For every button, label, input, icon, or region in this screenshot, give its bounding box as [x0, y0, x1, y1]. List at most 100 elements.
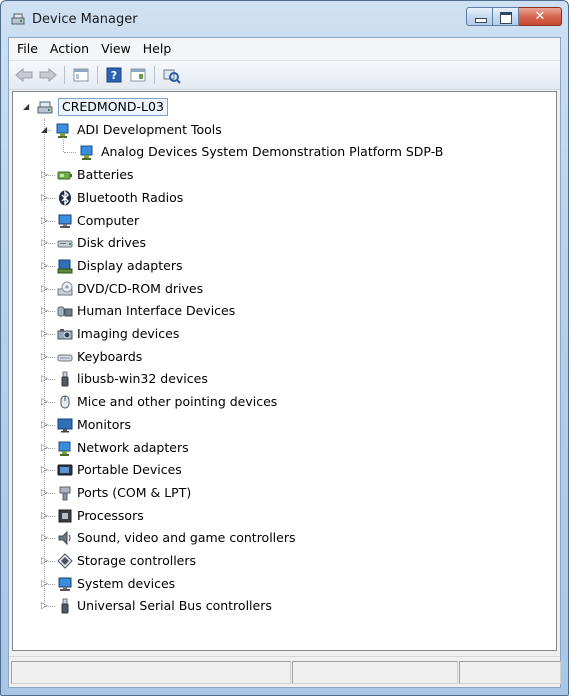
system-icon [58, 577, 72, 591]
tree-category-label: Imaging devices [77, 326, 180, 341]
device-manager-icon [11, 13, 25, 25]
tree-category-label: Portable Devices [77, 462, 182, 478]
portable-device-icon [57, 464, 73, 476]
tree-category-label: Mice and other pointing devices [77, 394, 278, 410]
expand-arrow-icon[interactable]: ▷ [41, 414, 51, 436]
tree-category-label: Ports (COM & LPT) [77, 484, 192, 500]
expand-arrow-icon[interactable]: ▷ [41, 187, 51, 209]
tree-category[interactable]: ▷ Display adapters [13, 255, 556, 277]
tree-category[interactable]: ▷ Ports (COM & LPT) [13, 482, 556, 504]
display-adapter-icon [57, 259, 73, 274]
close-icon: ✕ [534, 9, 546, 24]
collapse-arrow-icon[interactable]: ◢ [41, 119, 51, 141]
tree-category-label: DVD/CD-ROM drives [77, 280, 204, 296]
tree-category[interactable]: ▷ Disk drives [13, 232, 556, 254]
tree-category[interactable]: ▷ Universal Serial Bus controllers [13, 595, 556, 617]
menu-help[interactable]: Help [137, 38, 178, 60]
expand-arrow-icon[interactable]: ▷ [41, 278, 51, 300]
expand-arrow-icon[interactable]: ▷ [41, 550, 51, 572]
expand-arrow-icon[interactable]: ▷ [41, 391, 51, 413]
menu-view[interactable]: View [95, 38, 137, 60]
expand-arrow-icon[interactable]: ▷ [41, 164, 51, 186]
expand-arrow-icon[interactable]: ▷ [41, 210, 51, 232]
tree-root-label: CREDMOND-L03 [58, 98, 168, 116]
usb-icon [61, 371, 69, 387]
network-icon [58, 441, 71, 456]
tree-category[interactable]: ▷ Imaging devices [13, 323, 556, 345]
tree-device[interactable]: Analog Devices System Demonstration Plat… [13, 141, 556, 163]
hid-icon [57, 306, 73, 317]
tree-category[interactable]: ▷ Monitors [13, 414, 556, 436]
minimize-icon [475, 18, 487, 23]
expand-arrow-icon[interactable]: ▷ [41, 482, 51, 504]
properties-icon[interactable] [127, 65, 149, 85]
tree-root[interactable]: ◢ CREDMOND-L03 [13, 96, 556, 118]
expand-arrow-icon[interactable]: ▷ [41, 368, 51, 390]
expand-arrow-icon[interactable]: ▷ [41, 505, 51, 527]
tree-category-label: Universal Serial Bus controllers [77, 598, 272, 614]
tree-category[interactable]: ▷ Storage controllers [13, 550, 556, 572]
device-manager-window: Device Manager ✕ File Action View Help ?… [0, 0, 569, 696]
menu-bar: File Action View Help [9, 38, 560, 60]
tree-category[interactable]: ▷ Human Interface Devices [13, 300, 556, 322]
close-button[interactable]: ✕ [519, 7, 562, 26]
tree-category[interactable]: ▷ Network adapters [13, 437, 556, 459]
maximize-button[interactable] [493, 7, 519, 26]
collapse-arrow-icon[interactable]: ◢ [23, 96, 33, 118]
disk-drive-icon [57, 240, 73, 248]
tree-category[interactable]: ▷ Bluetooth Radios [13, 187, 556, 209]
expand-arrow-icon[interactable]: ▷ [41, 459, 51, 481]
tree-category[interactable]: ▷ Batteries [13, 164, 556, 186]
back-icon[interactable] [13, 65, 35, 85]
expand-arrow-icon[interactable]: ▷ [41, 232, 51, 254]
dvd-drive-icon [57, 281, 73, 296]
tree-category[interactable]: ▷ Sound, video and game controllers [13, 527, 556, 549]
status-cell [292, 661, 458, 684]
minimize-button[interactable] [466, 7, 493, 26]
tree-category-label: Display adapters [77, 257, 183, 273]
expand-arrow-icon[interactable]: ▷ [41, 323, 51, 345]
tree-category[interactable]: ▷ Portable Devices [13, 459, 556, 481]
tree-category[interactable]: ▷ Computer [13, 210, 556, 232]
menu-file[interactable]: File [11, 38, 44, 60]
scan-hardware-icon[interactable] [160, 65, 182, 85]
tree-category-label: Processors [77, 507, 144, 523]
root-icon [37, 101, 53, 114]
usb-icon [61, 598, 69, 614]
tree-category-label: Disk drives [77, 235, 146, 251]
device-tree[interactable]: ◢ CREDMOND-L03 ◢ ADI Development Tools Analo… [12, 91, 557, 651]
tree-category[interactable]: ▷ libusb-win32 devices [13, 368, 556, 390]
title-bar[interactable]: Device Manager ✕ [1, 1, 568, 37]
storage-icon [57, 553, 73, 569]
tree-category-label: Sound, video and game controllers [77, 530, 296, 546]
tree-category[interactable]: ▷ System devices [13, 573, 556, 595]
expand-arrow-icon[interactable]: ▷ [41, 573, 51, 595]
expand-arrow-icon[interactable]: ▷ [41, 595, 51, 617]
imaging-icon [57, 329, 73, 340]
expand-arrow-icon[interactable]: ▷ [41, 437, 51, 459]
mouse-icon [60, 395, 70, 409]
tree-category[interactable]: ▷ Processors [13, 505, 556, 527]
show-hide-tree-icon[interactable] [70, 65, 92, 85]
expand-arrow-icon[interactable]: ▷ [41, 255, 51, 277]
expand-arrow-icon[interactable]: ▷ [41, 346, 51, 368]
expand-arrow-icon[interactable]: ▷ [41, 300, 51, 322]
expand-arrow-icon[interactable]: ▷ [41, 527, 51, 549]
monitor-icon [57, 418, 73, 433]
forward-icon[interactable] [37, 65, 59, 85]
tree-category[interactable]: ◢ ADI Development Tools [13, 119, 556, 141]
tree-category[interactable]: ▷ Mice and other pointing devices [13, 391, 556, 413]
tree-category-label: Network adapters [77, 439, 189, 455]
tree-category[interactable]: ▷ Keyboards [13, 346, 556, 368]
bluetooth-icon [59, 190, 71, 206]
help-icon[interactable]: ? [103, 65, 125, 85]
menu-action[interactable]: Action [44, 38, 95, 60]
tree-category-label: ADI Development Tools [77, 121, 222, 137]
tree-category-label: Keyboards [77, 348, 143, 364]
toolbar-separator [64, 66, 65, 84]
sound-icon [58, 531, 71, 546]
tree-category[interactable]: ▷ DVD/CD-ROM drives [13, 278, 556, 300]
computer-icon [58, 214, 72, 228]
adi-icon [56, 123, 69, 138]
tree-category-label: Batteries [77, 167, 134, 183]
